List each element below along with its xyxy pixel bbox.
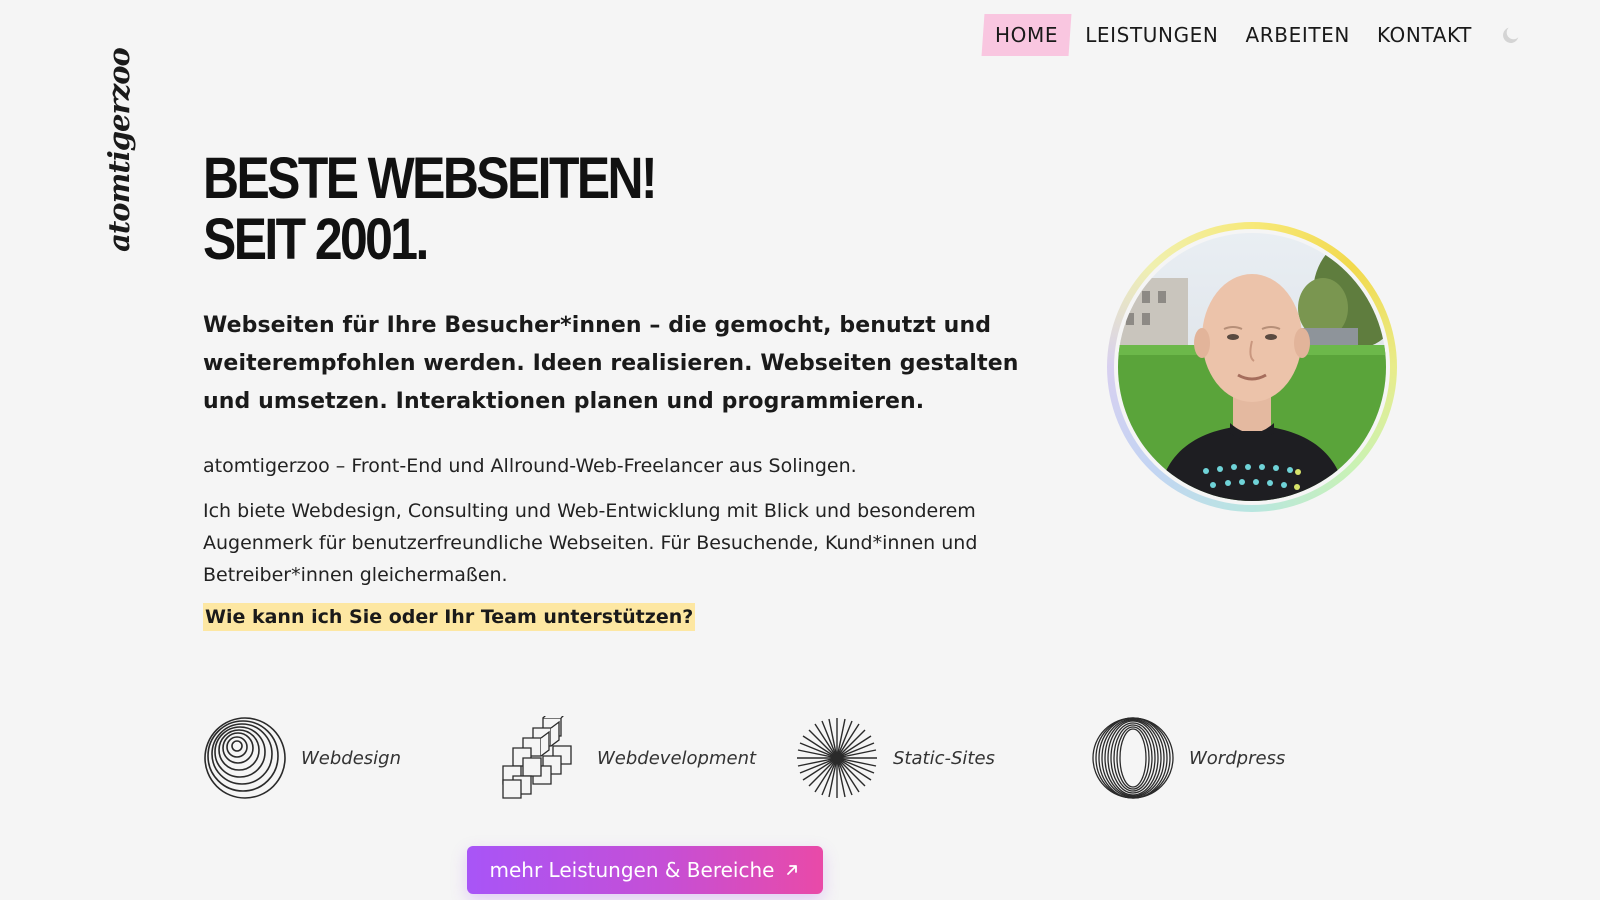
theme-toggle-button[interactable] [1498,22,1524,48]
logo-text: atomtigerzoo [102,48,136,252]
intro-paragraph: atomtigerzoo – Front-End und Allround-We… [203,455,857,477]
service-wordpress[interactable]: Wordpress [1091,716,1285,800]
nav-item-home[interactable]: HOME [981,14,1072,56]
more-services-button[interactable]: mehr Leistungen & Bereiche [467,846,823,894]
portrait-photo [1118,233,1386,501]
concentric-circles-icon [204,717,286,799]
service-label: Static-Sites [893,747,995,769]
service-label: Wordpress [1189,747,1286,769]
service-webdevelopment[interactable]: Webdevelopment [499,716,756,800]
ring-torus-icon [1092,717,1174,799]
services-list: Webdesign Webdevelopment Static-Sites Wo… [203,716,1403,800]
headline-line-2: SEIT 2001. [203,207,429,272]
nav-item-leistungen[interactable]: LEISTUNGEN [1073,14,1230,56]
stacked-cubes-icon [502,716,572,799]
page-headline: BESTE WEBSEITEN! SEIT 2001. [203,146,658,272]
headline-line-1: BESTE WEBSEITEN! [203,146,658,211]
lead-paragraph: Webseiten für Ihre Besucher*innen – die … [203,313,1019,414]
service-webdesign[interactable]: Webdesign [203,716,401,800]
service-label: Webdesign [301,747,402,769]
nav-item-kontakt[interactable]: KONTAKT [1365,14,1484,56]
description-paragraph: Ich biete Webdesign, Consulting und Web-… [203,500,978,586]
moon-icon [1503,27,1519,43]
service-static-sites[interactable]: Static-Sites [795,716,995,800]
support-question-link[interactable]: Wie kann ich Sie oder Ihr Team unterstüt… [203,603,696,631]
arrow-up-right-icon [787,865,798,875]
starburst-icon [797,718,877,798]
service-label: Webdevelopment [597,747,757,769]
portrait-frame [1107,222,1397,512]
more-services-label: mehr Leistungen & Bereiche [489,858,775,882]
nav-item-arbeiten[interactable]: ARBEITEN [1233,14,1361,56]
main-navigation: HOME LEISTUNGEN ARBEITEN KONTAKT [980,14,1524,56]
site-logo[interactable]: atomtigerzoo [102,40,136,260]
